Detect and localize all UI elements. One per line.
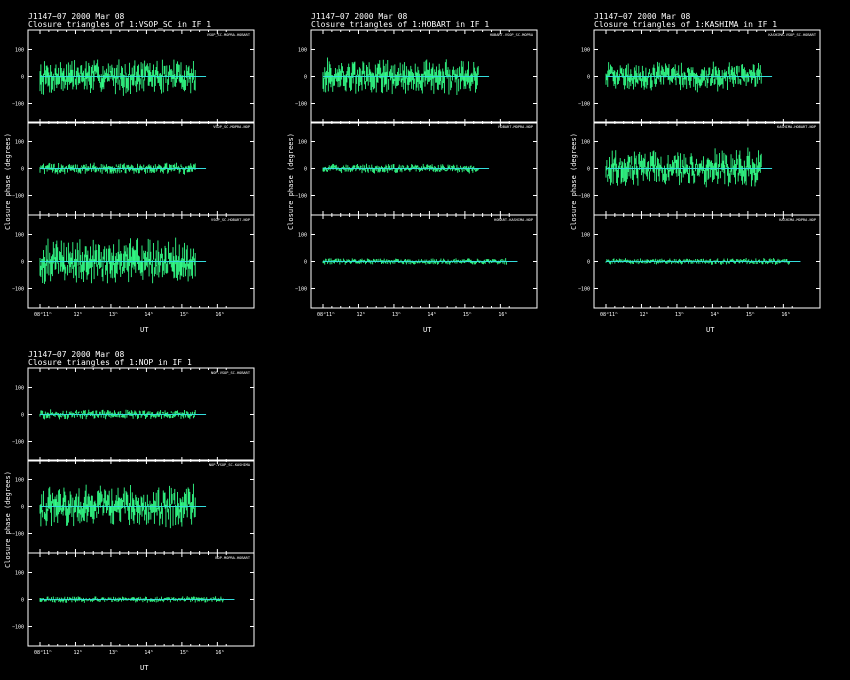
y-tick-label: 0: [21, 598, 24, 604]
y-axis-label: Closure phase (degrees): [570, 133, 578, 230]
y-tick-label: −100: [12, 625, 24, 631]
closure-figure-nop: J1147−07 2000 Mar 08 Closure triangles o…: [4, 350, 308, 680]
triangle-label: HOBART-KASHIMA-NOP: [494, 218, 533, 222]
y-tick-label: 0: [21, 260, 24, 266]
x-tick-label: 13ʰ: [109, 650, 118, 656]
y-tick-label: 100: [581, 140, 590, 146]
x-tick-label: 14ʰ: [710, 312, 719, 318]
y-tick-label: 0: [304, 260, 307, 266]
y-tick-label: 100: [298, 233, 307, 239]
closure-panel: −100 0 100 HOBART-VSOP_SC-MOPRA: [295, 29, 538, 124]
x-tick-label: 16ʰ: [215, 650, 224, 656]
y-axis-label: Closure phase (degrees): [287, 133, 295, 230]
y-tick-label: 0: [587, 260, 590, 266]
closure-panel: −100 0 100 VSOP_SC-MOPRA-HOBART: [12, 29, 255, 124]
x-tick-label: 12ʰ: [73, 650, 82, 656]
x-tick-label: 08ᵈ11ʰ: [34, 312, 52, 318]
triangle-label: KASHIMA-MOPRA-NOP: [779, 218, 816, 222]
y-tick-label: 100: [15, 571, 24, 577]
y-tick-label: 100: [581, 233, 590, 239]
closure-plot-svg: −100 0 100 HOBART-VSOP_SC-MOPRA −100 0 100 HOBA…: [295, 29, 538, 318]
y-tick-label: −100: [12, 287, 24, 293]
y-tick-label: 0: [21, 413, 24, 419]
x-tick-label: 16ʰ: [781, 312, 790, 318]
triangle-label: HOBART-VSOP_SC-MOPRA: [490, 33, 534, 37]
closure-panel: −100 0 100 NOP-VSOP_SC-HOBART: [12, 367, 255, 462]
x-tick-label: 16ʰ: [498, 312, 507, 318]
closure-panel: −100 0 100 KASHIMA-HOBART-NOP: [578, 121, 821, 216]
y-tick-label: 0: [304, 75, 307, 81]
triangle-label: VSOP_SC-MOPRA-HOBART: [207, 33, 251, 37]
closure-panel: −100 0 100 KASHIMA-VSOP_SC-HOBART: [578, 29, 821, 124]
x-tick-label: 15ʰ: [180, 650, 189, 656]
x-tick-label: 15ʰ: [180, 312, 189, 318]
x-tick-label: 08ᵈ11ʰ: [34, 650, 52, 656]
y-tick-label: 0: [21, 505, 24, 511]
y-tick-label: 0: [587, 167, 590, 173]
y-tick-label: −100: [295, 102, 307, 108]
closure-panel: −100 0 100 KASHIMA-MOPRA-NOP: [578, 214, 821, 309]
triangle-label: NOP-VSOP_SC-KASHIMA: [209, 463, 251, 467]
x-tick-label: 15ʰ: [746, 312, 755, 318]
x-tick-label: 08ᵈ11ʰ: [317, 312, 335, 318]
y-tick-label: 0: [587, 75, 590, 81]
x-tick-label: 13ʰ: [109, 312, 118, 318]
x-tick-label: 13ʰ: [675, 312, 684, 318]
y-axis-label: Closure phase (degrees): [4, 133, 12, 230]
closure-plot-svg: −100 0 100 KASHIMA-VSOP_SC-HOBART −100 0 100 KA…: [578, 29, 821, 318]
closure-plot-svg: −100 0 100 NOP-VSOP_SC-HOBART −100 0 100 NOP-VS…: [12, 367, 255, 656]
y-tick-label: 0: [304, 167, 307, 173]
x-tick-label: 08ᵈ11ʰ: [600, 312, 618, 318]
y-tick-label: −100: [12, 440, 24, 446]
y-tick-label: 100: [15, 140, 24, 146]
triangle-label: VSOP_SC-HOBART-NOP: [211, 218, 250, 222]
y-tick-label: 100: [298, 48, 307, 54]
closure-panel: −100 0 100 HOBART-KASHIMA-NOP: [295, 214, 538, 309]
triangle-label: HOBART-MOPRA-NOP: [498, 125, 533, 129]
x-tick-label: 13ʰ: [392, 312, 401, 318]
y-tick-label: −100: [12, 194, 24, 200]
y-axis-label: Closure phase (degrees): [4, 471, 12, 568]
y-tick-label: −100: [12, 102, 24, 108]
y-tick-label: −100: [12, 532, 24, 538]
triangle-label: NOP-VSOP_SC-HOBART: [211, 371, 251, 375]
closure-panel: −100 0 100 VSOP_SC-MOPRA-NOP: [12, 121, 255, 216]
x-tick-label: 12ʰ: [73, 312, 82, 318]
triangle-label: NOP-MOPRA-HOBART: [215, 556, 250, 560]
y-tick-label: 0: [21, 167, 24, 173]
x-tick-label: 16ʰ: [215, 312, 224, 318]
triangle-label: KASHIMA-VSOP_SC-HOBART: [768, 33, 816, 37]
x-tick-label: 14ʰ: [144, 650, 153, 656]
y-tick-label: 100: [298, 140, 307, 146]
x-tick-label: 14ʰ: [144, 312, 153, 318]
closure-figure-vsop-sc: J1147−07 2000 Mar 08 Closure triangles o…: [4, 12, 308, 342]
y-tick-label: 100: [581, 48, 590, 54]
y-tick-label: 0: [21, 75, 24, 81]
closure-figure-hobart: J1147−07 2000 Mar 08 Closure triangles o…: [287, 12, 591, 342]
x-tick-label: 14ʰ: [427, 312, 436, 318]
y-tick-label: 100: [15, 233, 24, 239]
y-tick-label: −100: [578, 102, 590, 108]
closure-panel: −100 0 100 VSOP_SC-HOBART-NOP: [12, 214, 255, 309]
y-tick-label: 100: [15, 478, 24, 484]
closure-figure-kashima: J1147−07 2000 Mar 08 Closure triangles o…: [570, 12, 850, 342]
closure-panel: −100 0 100 NOP-VSOP_SC-KASHIMA: [12, 459, 255, 554]
triangle-label: KASHIMA-HOBART-NOP: [777, 125, 816, 129]
triangle-label: VSOP_SC-MOPRA-NOP: [213, 125, 250, 129]
y-tick-label: 100: [15, 48, 24, 54]
x-tick-label: 15ʰ: [463, 312, 472, 318]
y-tick-label: −100: [578, 287, 590, 293]
y-tick-label: −100: [295, 287, 307, 293]
closure-panel: −100 0 100 HOBART-MOPRA-NOP: [295, 121, 538, 216]
closure-plot-svg: −100 0 100 VSOP_SC-MOPRA-HOBART −100 0 100 VSOP…: [12, 29, 255, 318]
y-tick-label: 100: [15, 386, 24, 392]
y-tick-label: −100: [295, 194, 307, 200]
x-tick-label: 12ʰ: [639, 312, 648, 318]
x-tick-label: 12ʰ: [356, 312, 365, 318]
closure-panel: −100 0 100 NOP-MOPRA-HOBART: [12, 552, 255, 647]
y-tick-label: −100: [578, 194, 590, 200]
